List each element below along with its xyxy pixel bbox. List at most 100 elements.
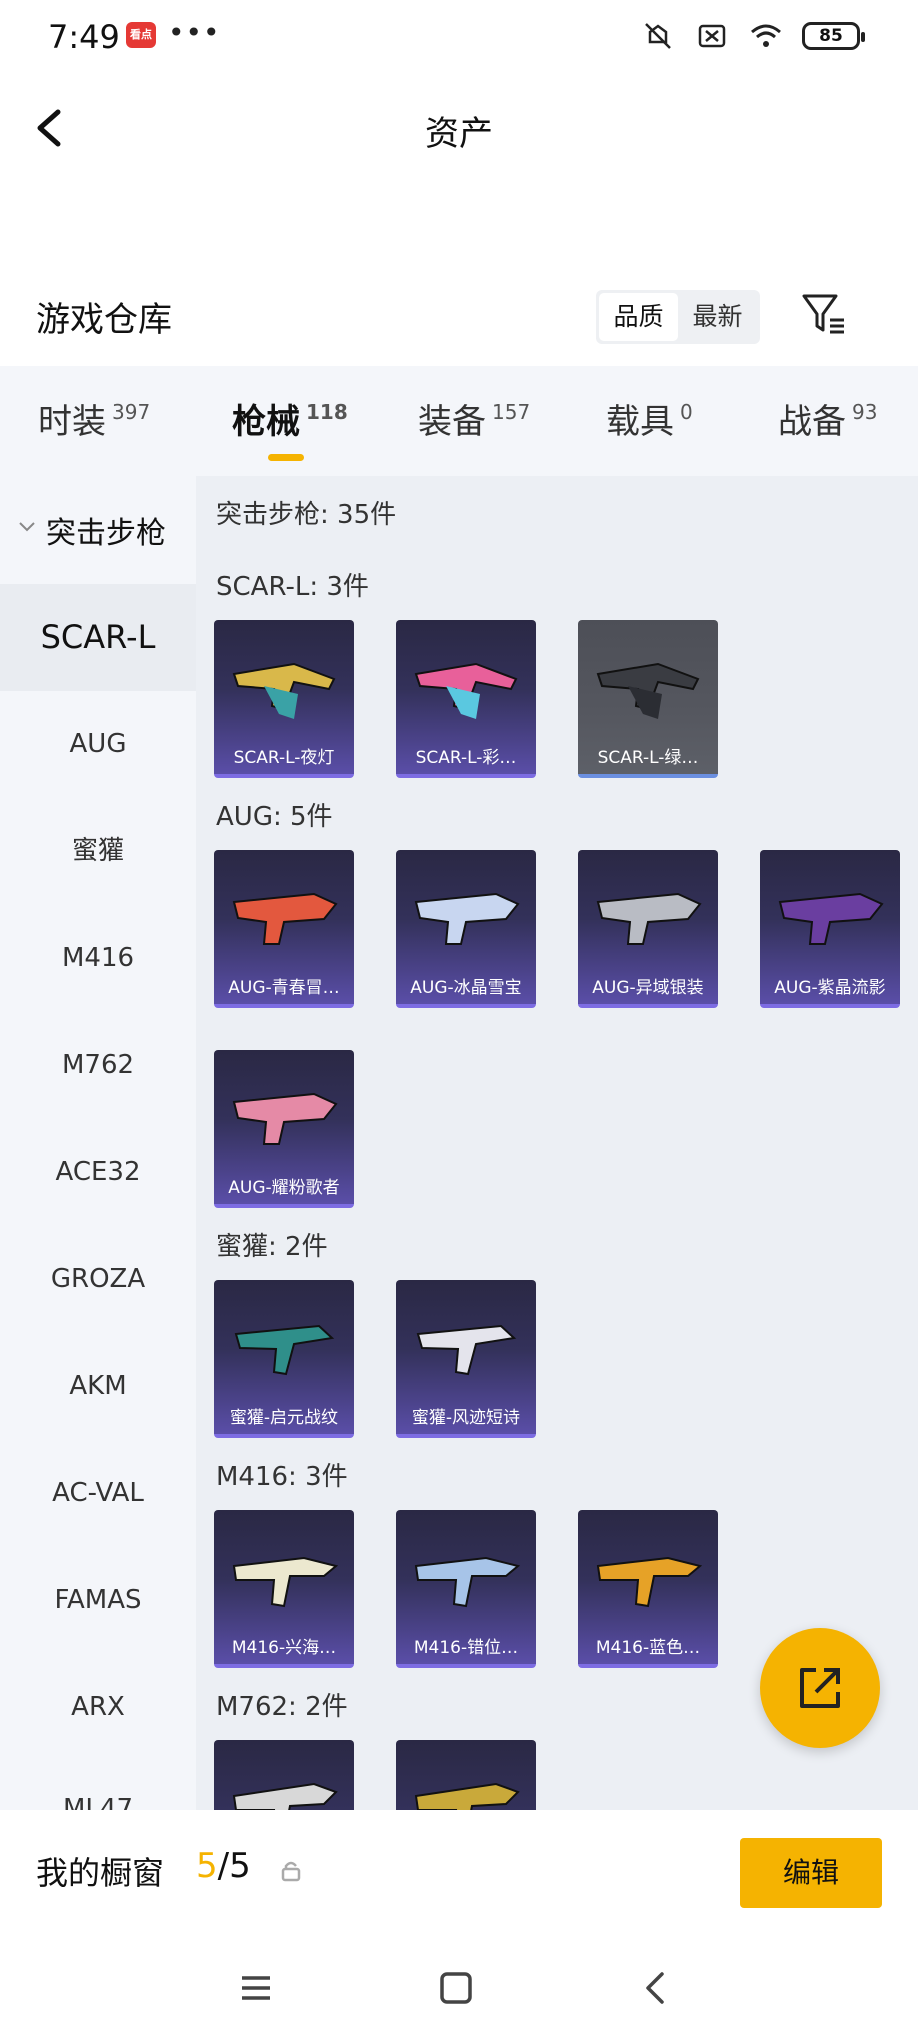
weapon-card[interactable]: AUG-青春冒… bbox=[214, 850, 354, 1008]
weapon-name: SCAR-L-彩… bbox=[415, 748, 517, 768]
rifle-skin-image bbox=[414, 892, 520, 945]
sidebar-item-ml47[interactable]: ML47 bbox=[0, 1756, 196, 1810]
tab-count: 397 bbox=[112, 400, 151, 424]
tab-count: 0 bbox=[680, 400, 693, 424]
weapon-card[interactable]: M416-错位… bbox=[396, 1510, 536, 1668]
group-title-m762: M762: 2件 bbox=[216, 1692, 348, 1722]
weapon-card[interactable]: 蜜獾-风迹短诗 bbox=[396, 1280, 536, 1438]
share-button[interactable] bbox=[760, 1628, 880, 1748]
sidebar-item-m416[interactable]: M416 bbox=[0, 905, 196, 1012]
rifle-skin-image bbox=[778, 892, 884, 945]
weapon-sidebar: 突击步枪 SCAR-L AUG 蜜獾 M416 M762 ACE32 GROZA… bbox=[0, 476, 196, 1810]
sidebar-item-honey-badger[interactable]: 蜜獾 bbox=[0, 798, 196, 905]
rifle-skin-image bbox=[232, 1556, 339, 1608]
tab-firearms[interactable]: 枪械 118 bbox=[232, 394, 348, 443]
tab-vehicles[interactable]: 载具 0 bbox=[606, 394, 693, 443]
rifle-skin-image bbox=[414, 1782, 520, 1810]
more-notifications-icon: ••• bbox=[168, 16, 221, 49]
rifle-skin-image bbox=[414, 662, 518, 719]
sidebar-item-famas[interactable]: FAMAS bbox=[0, 1547, 196, 1654]
weapon-card[interactable] bbox=[214, 1740, 354, 1810]
sidebar-item-ac-val[interactable]: AC-VAL bbox=[0, 1440, 196, 1547]
summary-title: 突击步枪: 35件 bbox=[216, 500, 397, 530]
sidebar-item-akm[interactable]: AKM bbox=[0, 1333, 196, 1440]
weapon-name: 蜜獾-启元战纹 bbox=[229, 1408, 339, 1428]
menu-icon[interactable] bbox=[236, 1968, 276, 2008]
weapon-card[interactable]: M416-兴海… bbox=[214, 1510, 354, 1668]
tab-count: 157 bbox=[492, 400, 531, 424]
no-sim-icon bbox=[698, 24, 726, 48]
tab-label: 时装 bbox=[38, 402, 106, 442]
edit-button[interactable]: 编辑 bbox=[740, 1838, 882, 1908]
wifi-icon bbox=[751, 24, 781, 47]
sidebar-item-scar-l[interactable]: SCAR-L bbox=[0, 584, 196, 691]
weapon-name: AUG-异域银装 bbox=[592, 978, 704, 998]
status-bar: 7:49 看点 ••• 85 bbox=[0, 0, 918, 76]
weapon-grid: 突击步枪: 35件 SCAR-L: 3件 SCAR-L-夜灯 SCAR-L-彩…… bbox=[196, 476, 918, 1810]
rifle-skin-image bbox=[596, 662, 700, 719]
sidebar-item-ace32[interactable]: ACE32 bbox=[0, 1119, 196, 1226]
category-label: 突击步枪 bbox=[46, 516, 166, 551]
group-title-scar-l: SCAR-L: 3件 bbox=[216, 572, 369, 602]
tab-label: 枪械 bbox=[232, 402, 300, 442]
weapon-card[interactable]: 蜜獾-启元战纹 bbox=[214, 1280, 354, 1438]
home-square-icon[interactable] bbox=[436, 1968, 476, 2008]
weapon-card[interactable]: M416-蓝色… bbox=[578, 1510, 718, 1668]
battery-icon: 85 bbox=[802, 22, 865, 50]
sidebar-item-groza[interactable]: GROZA bbox=[0, 1226, 196, 1333]
rifle-skin-image bbox=[232, 1092, 338, 1145]
warehouse-header: 游戏仓库 品质 最新 bbox=[0, 260, 918, 366]
weapon-name: AUG-紫晶流影 bbox=[774, 978, 886, 998]
mute-icon bbox=[645, 23, 671, 49]
chevron-down-icon bbox=[19, 522, 35, 532]
sort-quality-option[interactable]: 品质 bbox=[599, 293, 678, 341]
rifle-skin-image bbox=[416, 1324, 517, 1376]
filter-icon[interactable] bbox=[800, 290, 848, 338]
section-title: 游戏仓库 bbox=[36, 300, 172, 340]
rifle-skin-image bbox=[596, 892, 702, 945]
weapon-name: M416-蓝色… bbox=[595, 1638, 701, 1658]
tab-label: 装备 bbox=[418, 402, 486, 442]
tab-equipment[interactable]: 装备 157 bbox=[418, 394, 530, 443]
showcase-count: 5/5 bbox=[196, 1846, 251, 1886]
sidebar-item-m762[interactable]: M762 bbox=[0, 1012, 196, 1119]
top-bar: 资产 bbox=[0, 76, 918, 180]
weapon-card[interactable]: SCAR-L-绿… bbox=[578, 620, 718, 778]
rifle-skin-image bbox=[234, 1324, 335, 1376]
weapon-name: AUG-冰晶雪宝 bbox=[410, 978, 522, 998]
tab-count: 93 bbox=[852, 400, 878, 424]
tab-supplies[interactable]: 战备 93 bbox=[778, 394, 877, 443]
lock-icon bbox=[281, 1861, 301, 1882]
weapon-card[interactable]: SCAR-L-彩… bbox=[396, 620, 536, 778]
weapon-card[interactable]: AUG-紫晶流影 bbox=[760, 850, 900, 1008]
category-tabs: 时装 397 枪械 118 装备 157 载具 0 战备 93 bbox=[0, 366, 918, 476]
showcase-total: /5 bbox=[217, 1846, 251, 1886]
tab-label: 载具 bbox=[606, 402, 674, 442]
sort-toggle: 品质 最新 bbox=[596, 290, 760, 344]
tab-count: 118 bbox=[306, 400, 348, 424]
active-tab-indicator bbox=[268, 454, 304, 461]
sort-newest-option[interactable]: 最新 bbox=[678, 293, 757, 341]
weapon-card[interactable]: AUG-异域银装 bbox=[578, 850, 718, 1008]
group-title-aug: AUG: 5件 bbox=[216, 802, 333, 832]
sidebar-item-aug[interactable]: AUG bbox=[0, 691, 196, 798]
page-title: 资产 bbox=[425, 114, 493, 154]
tab-label: 战备 bbox=[778, 402, 846, 442]
showcase-bar: 我的橱窗 5/5 编辑 bbox=[0, 1810, 918, 1930]
status-time: 7:49 bbox=[48, 18, 120, 56]
weapon-card[interactable]: AUG-耀粉歌者 bbox=[214, 1050, 354, 1208]
showcase-current: 5 bbox=[196, 1846, 218, 1886]
weapon-card[interactable] bbox=[396, 1740, 536, 1810]
weapon-card[interactable]: SCAR-L-夜灯 bbox=[214, 620, 354, 778]
weapon-card[interactable]: AUG-冰晶雪宝 bbox=[396, 850, 536, 1008]
rifle-skin-image bbox=[414, 1556, 521, 1608]
sidebar-item-arx[interactable]: ARX bbox=[0, 1654, 196, 1761]
category-assault-rifles[interactable]: 突击步枪 bbox=[0, 476, 196, 584]
rifle-skin-image bbox=[232, 892, 338, 945]
share-external-icon bbox=[800, 1668, 840, 1708]
rifle-skin-image bbox=[596, 1556, 703, 1608]
weapon-name: M416-错位… bbox=[413, 1638, 519, 1658]
weapon-name: 蜜獾-风迹短诗 bbox=[411, 1408, 521, 1428]
tab-fashion[interactable]: 时装 397 bbox=[38, 394, 150, 443]
back-icon[interactable] bbox=[636, 1968, 676, 2008]
